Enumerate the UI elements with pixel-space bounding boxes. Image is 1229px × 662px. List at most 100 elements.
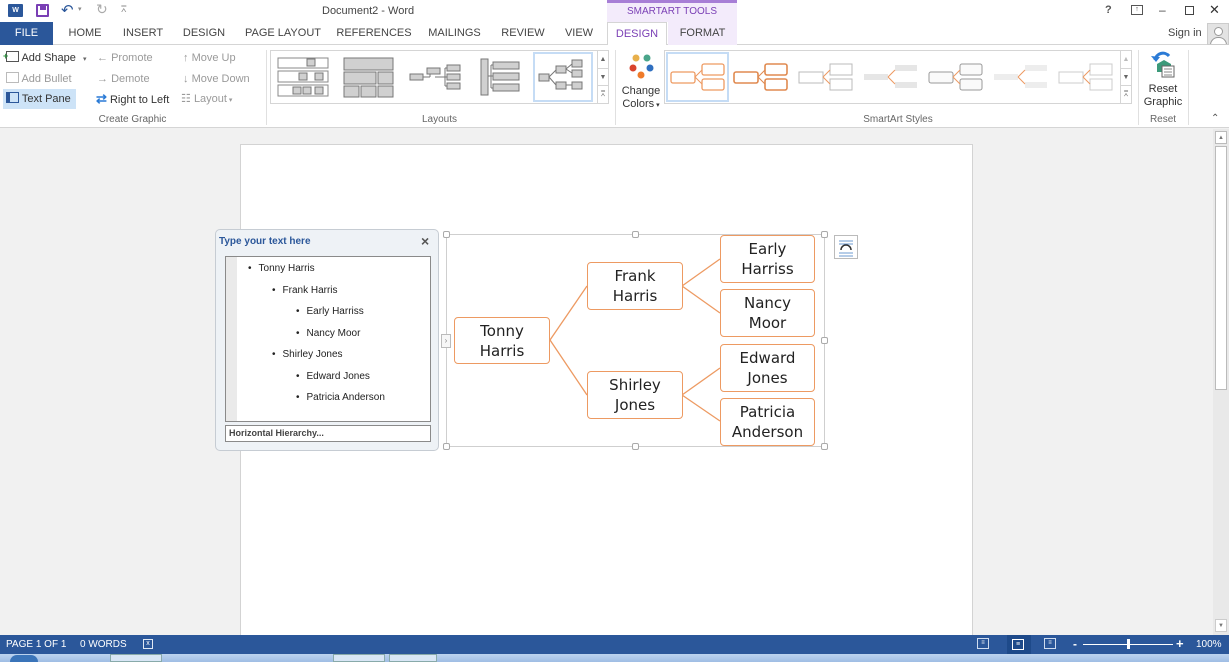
sign-in-link[interactable]: Sign in [1168,27,1202,39]
layout-button[interactable]: ☷ Layout ▾ [181,89,232,109]
style-thumb-4[interactable] [861,54,924,100]
node-early-harriss[interactable]: Early Harriss [720,235,815,283]
resize-handle-ne[interactable] [821,231,828,238]
layout-thumb-3[interactable] [407,54,463,100]
layouts-scroll-down[interactable]: ▼ [597,68,608,85]
redo-icon[interactable]: ↻ [96,1,108,18]
text-pane-editor[interactable]: Tonny Harris Frank Harris Early Harriss … [225,256,431,422]
user-avatar-icon[interactable] [1207,23,1229,45]
text-pane-item[interactable]: Edward Jones [296,371,370,382]
node-patricia-anderson[interactable]: Patricia Anderson [720,398,815,446]
text-pane-item[interactable]: Tonny Harris [248,263,315,274]
layouts-more[interactable]: ⩞ [597,85,608,103]
layout-thumb-horizontal-hierarchy[interactable] [533,52,593,102]
text-pane-item[interactable]: Early Harriss [296,306,364,317]
close-button[interactable]: ✕ [1209,2,1220,18]
resize-handle-s[interactable] [632,443,639,450]
undo-icon[interactable]: ↶ [61,1,74,19]
restore-icon[interactable] [1185,6,1194,15]
styles-scroll-down[interactable]: ▼ [1120,68,1131,85]
resize-handle-n[interactable] [632,231,639,238]
styles-scroll-up[interactable]: ▲ [1120,51,1131,68]
scroll-up-button[interactable]: ▲ [1215,131,1227,144]
customize-quick-access-icon[interactable]: ⩞ [121,4,126,15]
tab-file[interactable]: FILE [0,22,53,45]
proofing-icon[interactable]: x [143,639,153,649]
move-up-button[interactable]: ↑ Move Up [183,48,236,68]
tab-view[interactable]: VIEW [559,22,599,45]
add-shape-button[interactable]: + Add Shape ▾ [3,48,87,68]
node-tonny-harris[interactable]: Tonny Harris [454,317,550,364]
tab-insert[interactable]: INSERT [117,22,169,45]
ribbon-display-options-icon[interactable]: ↑ [1131,5,1143,15]
text-pane-footer-link[interactable]: Horizontal Hierarchy... [225,425,431,442]
demote-arrow-icon: → [97,73,108,85]
page-count[interactable]: PAGE 1 OF 1 [6,639,66,650]
text-pane-toggle-icon[interactable]: › [441,334,451,348]
style-thumb-7[interactable] [1056,54,1119,100]
text-pane-item[interactable]: Nancy Moor [296,328,361,339]
start-button[interactable] [10,655,38,662]
resize-handle-se[interactable] [821,443,828,450]
style-thumb-5[interactable] [926,54,989,100]
tab-smartart-format[interactable]: FORMAT [668,22,737,45]
text-pane-item[interactable]: Frank Harris [272,285,338,296]
node-frank-harris[interactable]: Frank Harris [587,262,683,310]
right-to-left-button[interactable]: ⇄ Right to Left [96,89,169,109]
text-pane-close-button[interactable]: × [421,233,429,249]
reset-graphic-button[interactable]: Reset Graphic [1141,50,1185,112]
taskbar-item[interactable] [333,654,385,662]
tab-review[interactable]: REVIEW [498,22,548,45]
layout-options-icon[interactable] [834,235,858,259]
layout-thumb-2[interactable] [341,54,397,100]
taskbar-item[interactable] [389,654,437,662]
vertical-scrollbar[interactable]: ▲ ▼ [1213,129,1229,635]
tab-smartart-design[interactable]: DESIGN [607,22,667,46]
style-thumb-3[interactable] [796,54,859,100]
text-pane-button[interactable]: Text Pane [3,89,76,109]
scroll-thumb[interactable] [1215,146,1227,390]
change-colors-button[interactable]: Change Colors ▾ [618,50,664,112]
taskbar-item[interactable] [110,654,162,662]
scroll-down-button[interactable]: ▼ [1215,619,1227,632]
add-bullet-button[interactable]: Add Bullet [6,69,72,89]
resize-handle-nw[interactable] [443,231,450,238]
demote-button[interactable]: → Demote [97,69,150,89]
zoom-slider-thumb[interactable] [1127,639,1130,649]
node-nancy-moor[interactable]: Nancy Moor [720,289,815,337]
collapse-ribbon-icon[interactable]: ⌃ [1211,113,1219,124]
layout-thumb-4[interactable] [473,54,529,100]
node-shirley-jones[interactable]: Shirley Jones [587,371,683,419]
style-thumb-1[interactable] [666,52,729,102]
style-thumb-2[interactable] [731,54,794,100]
tab-mailings[interactable]: MAILINGS [422,22,487,45]
demote-label: Demote [111,73,150,85]
zoom-level[interactable]: 100% [1196,639,1222,650]
undo-dropdown-icon[interactable]: ▾ [78,5,82,13]
word-count[interactable]: 0 WORDS [80,639,127,650]
web-layout-icon[interactable]: ≡ [1044,638,1056,649]
read-mode-icon[interactable]: ≡ [977,638,989,649]
text-pane-item[interactable]: Shirley Jones [272,349,343,360]
add-shape-dropdown-icon[interactable]: ▾ [83,56,87,63]
text-pane-item[interactable]: Patricia Anderson [296,392,385,403]
node-edward-jones[interactable]: Edward Jones [720,344,815,392]
help-button[interactable]: ? [1105,4,1112,16]
minimize-button[interactable]: – [1159,3,1166,17]
tab-home[interactable]: HOME [60,22,110,45]
layouts-scroll-up[interactable]: ▲ [597,51,608,68]
print-layout-icon[interactable]: ≡ [1007,635,1031,654]
save-icon[interactable] [36,4,49,17]
resize-handle-sw[interactable] [443,443,450,450]
tab-page-layout[interactable]: PAGE LAYOUT [240,22,326,45]
resize-handle-e[interactable] [821,337,828,344]
styles-more[interactable]: ⩞ [1120,85,1131,103]
tab-design[interactable]: DESIGN [178,22,230,45]
promote-button[interactable]: ← Promote [97,48,153,68]
style-thumb-6[interactable] [991,54,1054,100]
zoom-in-button[interactable]: + [1176,636,1184,651]
layout-thumb-1[interactable] [275,54,331,100]
move-down-button[interactable]: ↓ Move Down [183,69,250,89]
zoom-out-button[interactable]: - [1073,637,1077,651]
tab-references[interactable]: REFERENCES [335,22,413,45]
